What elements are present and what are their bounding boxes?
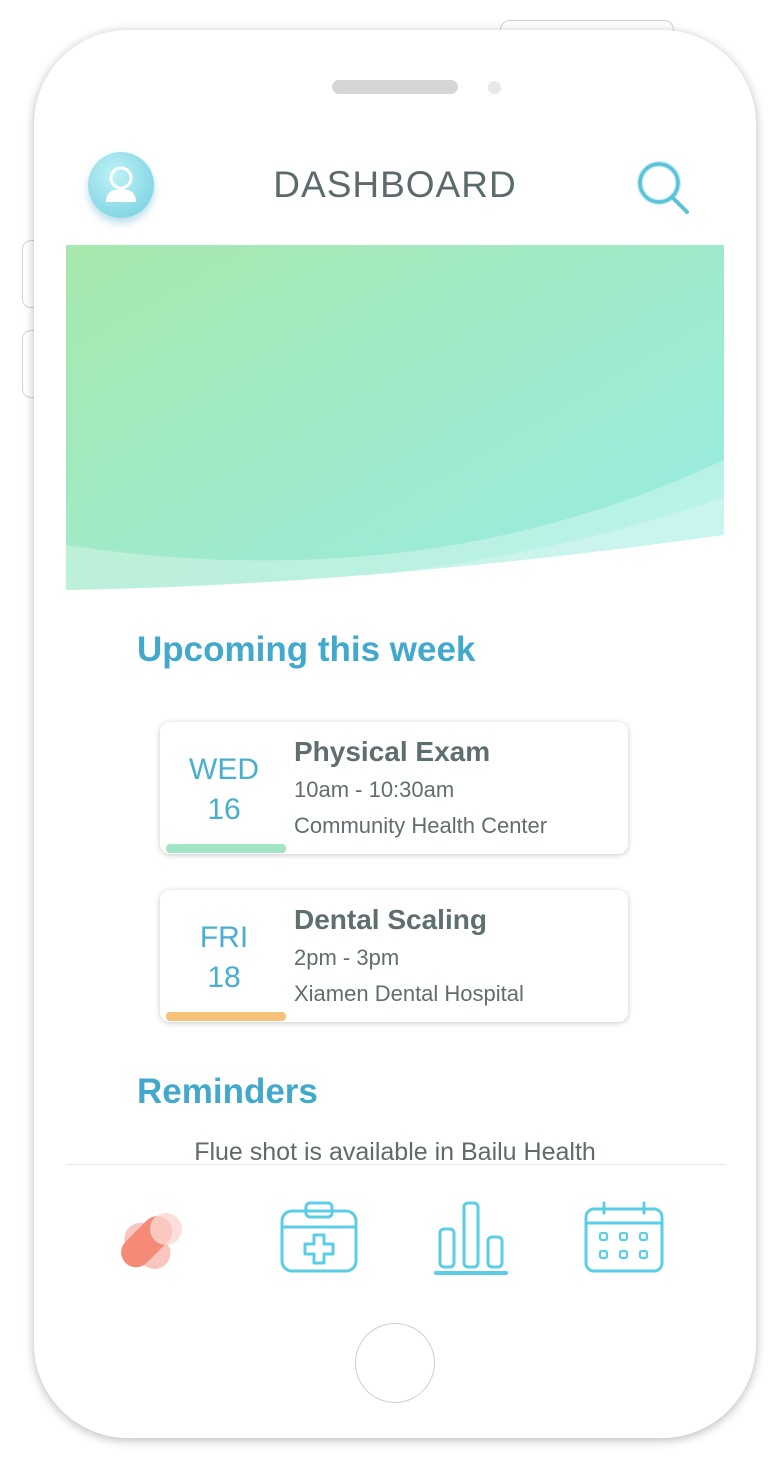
search-icon	[637, 161, 689, 214]
heart-icon	[121, 1213, 182, 1270]
reminders-title: Reminders	[137, 1072, 318, 1111]
appointment-day: 16	[207, 793, 241, 826]
tab-stats[interactable]	[426, 1197, 516, 1287]
hero-banner	[66, 245, 724, 590]
appointment-card[interactable]: FRI 18 Dental Scaling 2pm - 3pm Xiamen D…	[160, 890, 628, 1022]
appointment-day: 18	[207, 961, 241, 994]
calendar-icon	[584, 1201, 664, 1273]
appointment-location: Community Health Center	[294, 813, 548, 838]
tab-calendar[interactable]	[578, 1197, 668, 1287]
medical-kit-icon	[280, 1201, 358, 1273]
appointment-title: Physical Exam	[294, 736, 491, 767]
phone-speaker	[332, 80, 458, 94]
appointment-date: FRI 18	[160, 918, 288, 998]
appointment-title: Dental Scaling	[294, 904, 487, 935]
appointment-weekday: WED	[189, 753, 259, 786]
phone-frame: DASHBOARD Upcoming this week WED 16 Phys…	[34, 30, 756, 1438]
reminder-item[interactable]: Flue shot is available in Bailu Health	[34, 1138, 756, 1167]
bottom-tab-bar	[66, 1164, 726, 1304]
appointment-time: 10am - 10:30am	[294, 777, 455, 802]
appointment-date: WED 16	[160, 750, 288, 830]
appointment-card[interactable]: WED 16 Physical Exam 10am - 10:30am Comm…	[160, 722, 628, 854]
appointment-accent-bar	[166, 1012, 286, 1021]
bar-chart-icon	[434, 1201, 508, 1275]
tab-health[interactable]	[106, 1203, 196, 1293]
search-button[interactable]	[630, 156, 696, 222]
appointment-time: 2pm - 3pm	[294, 945, 400, 970]
appointment-location: Xiamen Dental Hospital	[294, 981, 524, 1006]
tab-medical[interactable]	[274, 1197, 364, 1287]
appointment-accent-bar	[166, 844, 286, 853]
home-button[interactable]	[355, 1323, 435, 1403]
phone-camera	[488, 81, 501, 94]
upcoming-title: Upcoming this week	[137, 630, 476, 669]
appointment-weekday: FRI	[199, 921, 249, 954]
